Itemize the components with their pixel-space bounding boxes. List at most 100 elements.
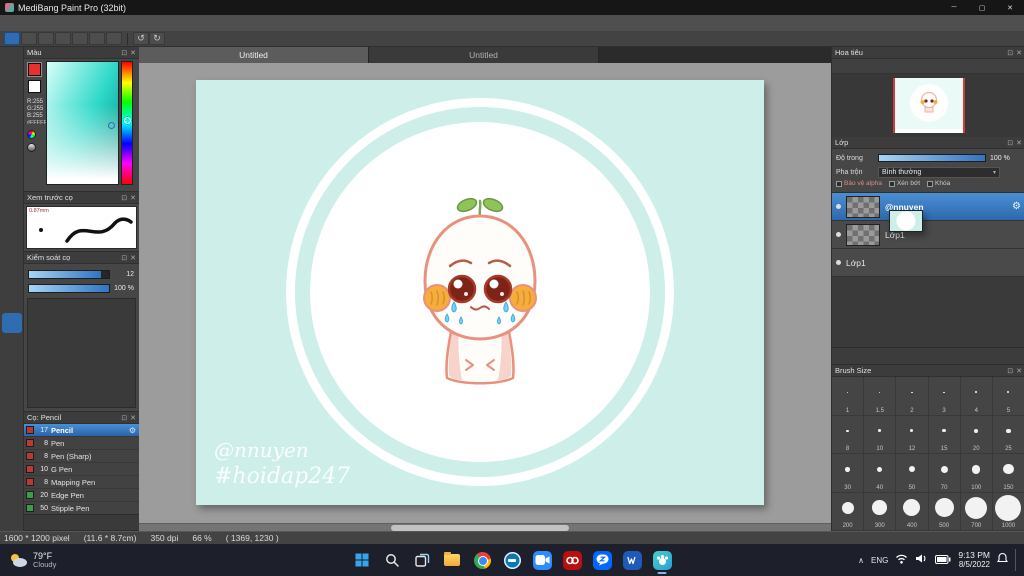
notification-bell-icon[interactable]	[997, 551, 1008, 569]
undock-icon[interactable]: ⊡	[121, 414, 127, 422]
select-pen-tool[interactable]	[2, 247, 22, 267]
zoom-tool[interactable]	[2, 401, 22, 421]
select-eraser-tool[interactable]	[2, 269, 22, 289]
search-button[interactable]	[381, 549, 403, 571]
brush-size-cell[interactable]: 2	[896, 377, 928, 416]
brush-size-cell[interactable]: 1	[832, 377, 864, 416]
brush-size-cell[interactable]: 4	[961, 377, 993, 416]
maximize-button[interactable]: ▢	[968, 0, 996, 15]
redo-icon[interactable]: ↻	[149, 32, 165, 45]
pen-cursor-icon[interactable]	[21, 32, 37, 45]
undo-icon[interactable]: ↺	[133, 32, 149, 45]
brush-size-cell[interactable]: 20	[961, 416, 993, 455]
brush-size-cell[interactable]: 3	[929, 377, 961, 416]
medibang-taskbar-icon[interactable]	[651, 549, 673, 571]
brush-item[interactable]: 10 G Pen	[24, 463, 139, 476]
clock[interactable]: 9:13 PM 8/5/2022	[958, 550, 990, 570]
close-icon[interactable]: ✕	[1016, 49, 1022, 57]
brush-size-cell[interactable]: 25	[993, 416, 1024, 455]
document-tab-active[interactable]: Untitled	[139, 47, 369, 63]
magic-wand-tool[interactable]	[2, 225, 22, 245]
layer-item[interactable]: Lớp1	[832, 249, 1024, 277]
dell-icon[interactable]	[501, 549, 523, 571]
text-tool[interactable]	[2, 313, 22, 333]
brush-size-cell[interactable]: 500	[929, 493, 961, 532]
brush-opacity-slider[interactable]	[28, 284, 110, 293]
horizontal-scrollbar[interactable]	[139, 523, 831, 531]
brush-tool[interactable]	[2, 49, 22, 69]
undock-icon[interactable]: ⊡	[1007, 367, 1013, 375]
brush-size-cell[interactable]: 70	[929, 454, 961, 493]
gradient-tool[interactable]	[2, 159, 22, 179]
cursor-icon[interactable]	[4, 32, 20, 45]
brush-size-cell[interactable]: 50	[896, 454, 928, 493]
undock-icon[interactable]: ⊡	[121, 254, 127, 262]
picker-cursor[interactable]	[108, 122, 115, 129]
brush-item[interactable]: 8 Mapping Pen	[24, 476, 139, 489]
chrome-icon[interactable]	[471, 549, 493, 571]
frame-tool[interactable]	[2, 379, 22, 399]
word-icon[interactable]	[621, 549, 643, 571]
start-button[interactable]	[351, 549, 373, 571]
eyedropper-tool[interactable]	[2, 335, 22, 355]
brush-size-cell[interactable]: 100	[961, 454, 993, 493]
brush-size-cell[interactable]: 1.5	[864, 377, 896, 416]
layout-panel-icon[interactable]	[72, 32, 88, 45]
layer-visibility-dot[interactable]	[836, 260, 841, 265]
undock-icon[interactable]: ⊡	[121, 194, 127, 202]
comment-icon[interactable]	[38, 32, 54, 45]
close-button[interactable]: ✕	[996, 0, 1024, 15]
brush-size-cell[interactable]: 300	[864, 493, 896, 532]
brush-item[interactable]: 17 Pencil ⚙	[24, 424, 139, 437]
navigator-thumbnail[interactable]	[893, 78, 965, 133]
language-indicator[interactable]: ENG	[871, 556, 888, 565]
brush-size-cell[interactable]: 400	[896, 493, 928, 532]
lasso-tool[interactable]	[2, 203, 22, 223]
brush-settings-gear-icon[interactable]: ⚙	[129, 426, 136, 435]
undock-icon[interactable]: ⊡	[1007, 139, 1013, 147]
close-icon[interactable]: ✕	[130, 194, 136, 202]
brush-item[interactable]: 8 Pen	[24, 437, 139, 450]
layer-visibility-dot[interactable]	[836, 232, 841, 237]
grid-icon[interactable]	[89, 32, 105, 45]
background-color-swatch[interactable]	[28, 80, 41, 93]
brush-size-cell[interactable]: 15	[929, 416, 961, 455]
document-tab[interactable]: Untitled	[369, 47, 599, 63]
hue-slider[interactable]	[121, 61, 133, 185]
color-wheel-icon[interactable]	[27, 130, 36, 139]
bucket-tool[interactable]	[2, 291, 22, 311]
brush-size-cell[interactable]: 200	[832, 493, 864, 532]
brush-size-cell[interactable]: 1000	[993, 493, 1024, 532]
brush-size-cell[interactable]: 30	[832, 454, 864, 493]
battery-icon[interactable]	[935, 551, 951, 569]
color-panel-icon[interactable]	[55, 32, 71, 45]
weather-widget[interactable]: 79°F Cloudy	[8, 551, 56, 570]
zalo-icon[interactable]	[591, 549, 613, 571]
opacity-slider[interactable]	[878, 154, 986, 162]
move-tool[interactable]	[2, 115, 22, 135]
brush-item[interactable]: 20 Edge Pen	[24, 489, 139, 502]
brush-size-cell[interactable]: 5	[993, 377, 1024, 416]
brush-size-cell[interactable]: 40	[864, 454, 896, 493]
undock-icon[interactable]: ⊡	[121, 49, 127, 57]
layer-item[interactable]: Lớp1	[832, 221, 1024, 249]
finger-tool[interactable]	[2, 93, 22, 113]
hand-tool[interactable]	[2, 357, 22, 377]
lock-checkbox[interactable]: Khóa	[927, 180, 950, 187]
brush-size-slider[interactable]	[28, 270, 110, 279]
acrobat-icon[interactable]	[561, 549, 583, 571]
saturation-value-picker[interactable]	[46, 61, 119, 185]
clipping-checkbox[interactable]: Xén bớt	[889, 180, 920, 187]
undock-icon[interactable]: ⊡	[1007, 49, 1013, 57]
close-icon[interactable]: ✕	[130, 254, 136, 262]
brush-size-cell[interactable]: 10	[864, 416, 896, 455]
foreground-color-swatch[interactable]	[28, 63, 41, 76]
brush-size-cell[interactable]: 700	[961, 493, 993, 532]
protect-alpha-checkbox[interactable]: Bảo vệ alpha	[836, 180, 882, 187]
color-bar-icon[interactable]	[27, 143, 36, 152]
close-icon[interactable]: ✕	[130, 49, 136, 57]
close-icon[interactable]: ✕	[1016, 367, 1022, 375]
eraser-tool[interactable]	[2, 71, 22, 91]
hue-cursor[interactable]	[124, 117, 131, 124]
close-icon[interactable]: ✕	[1016, 139, 1022, 147]
